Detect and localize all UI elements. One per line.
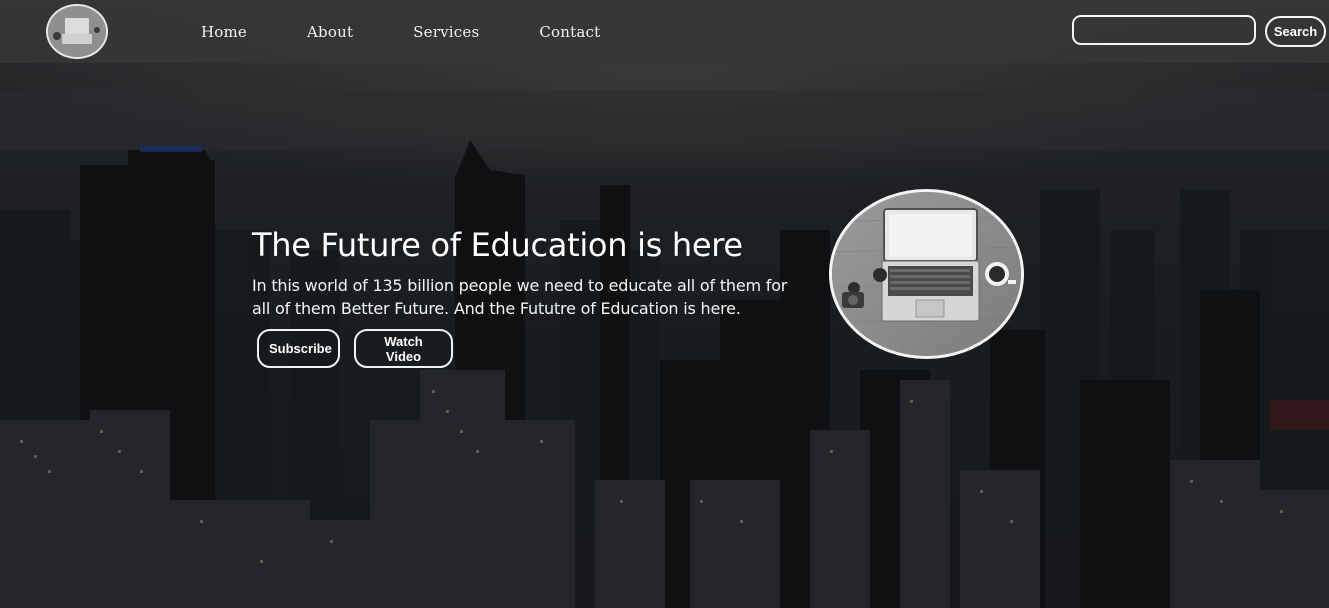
search-button[interactable]: Search [1265, 16, 1326, 47]
search-input[interactable] [1072, 15, 1256, 45]
navbar: Home About Services Contact Search [0, 0, 1329, 63]
nav-link-about[interactable]: About [307, 22, 353, 42]
nav-link-services[interactable]: Services [413, 22, 479, 42]
hero-title: The Future of Education is here [252, 226, 743, 264]
nav-link-home[interactable]: Home [201, 22, 247, 42]
laptop-desk-image-icon [829, 189, 1024, 359]
hero-description: In this world of 135 billion people we n… [252, 276, 788, 318]
nav-link-contact[interactable]: Contact [539, 22, 600, 42]
laptop-logo-icon[interactable] [46, 4, 108, 59]
nav-links: Home About Services Contact [201, 22, 660, 42]
watch-video-button[interactable]: Watch Video [354, 329, 453, 368]
subscribe-button[interactable]: Subscribe [257, 329, 340, 368]
